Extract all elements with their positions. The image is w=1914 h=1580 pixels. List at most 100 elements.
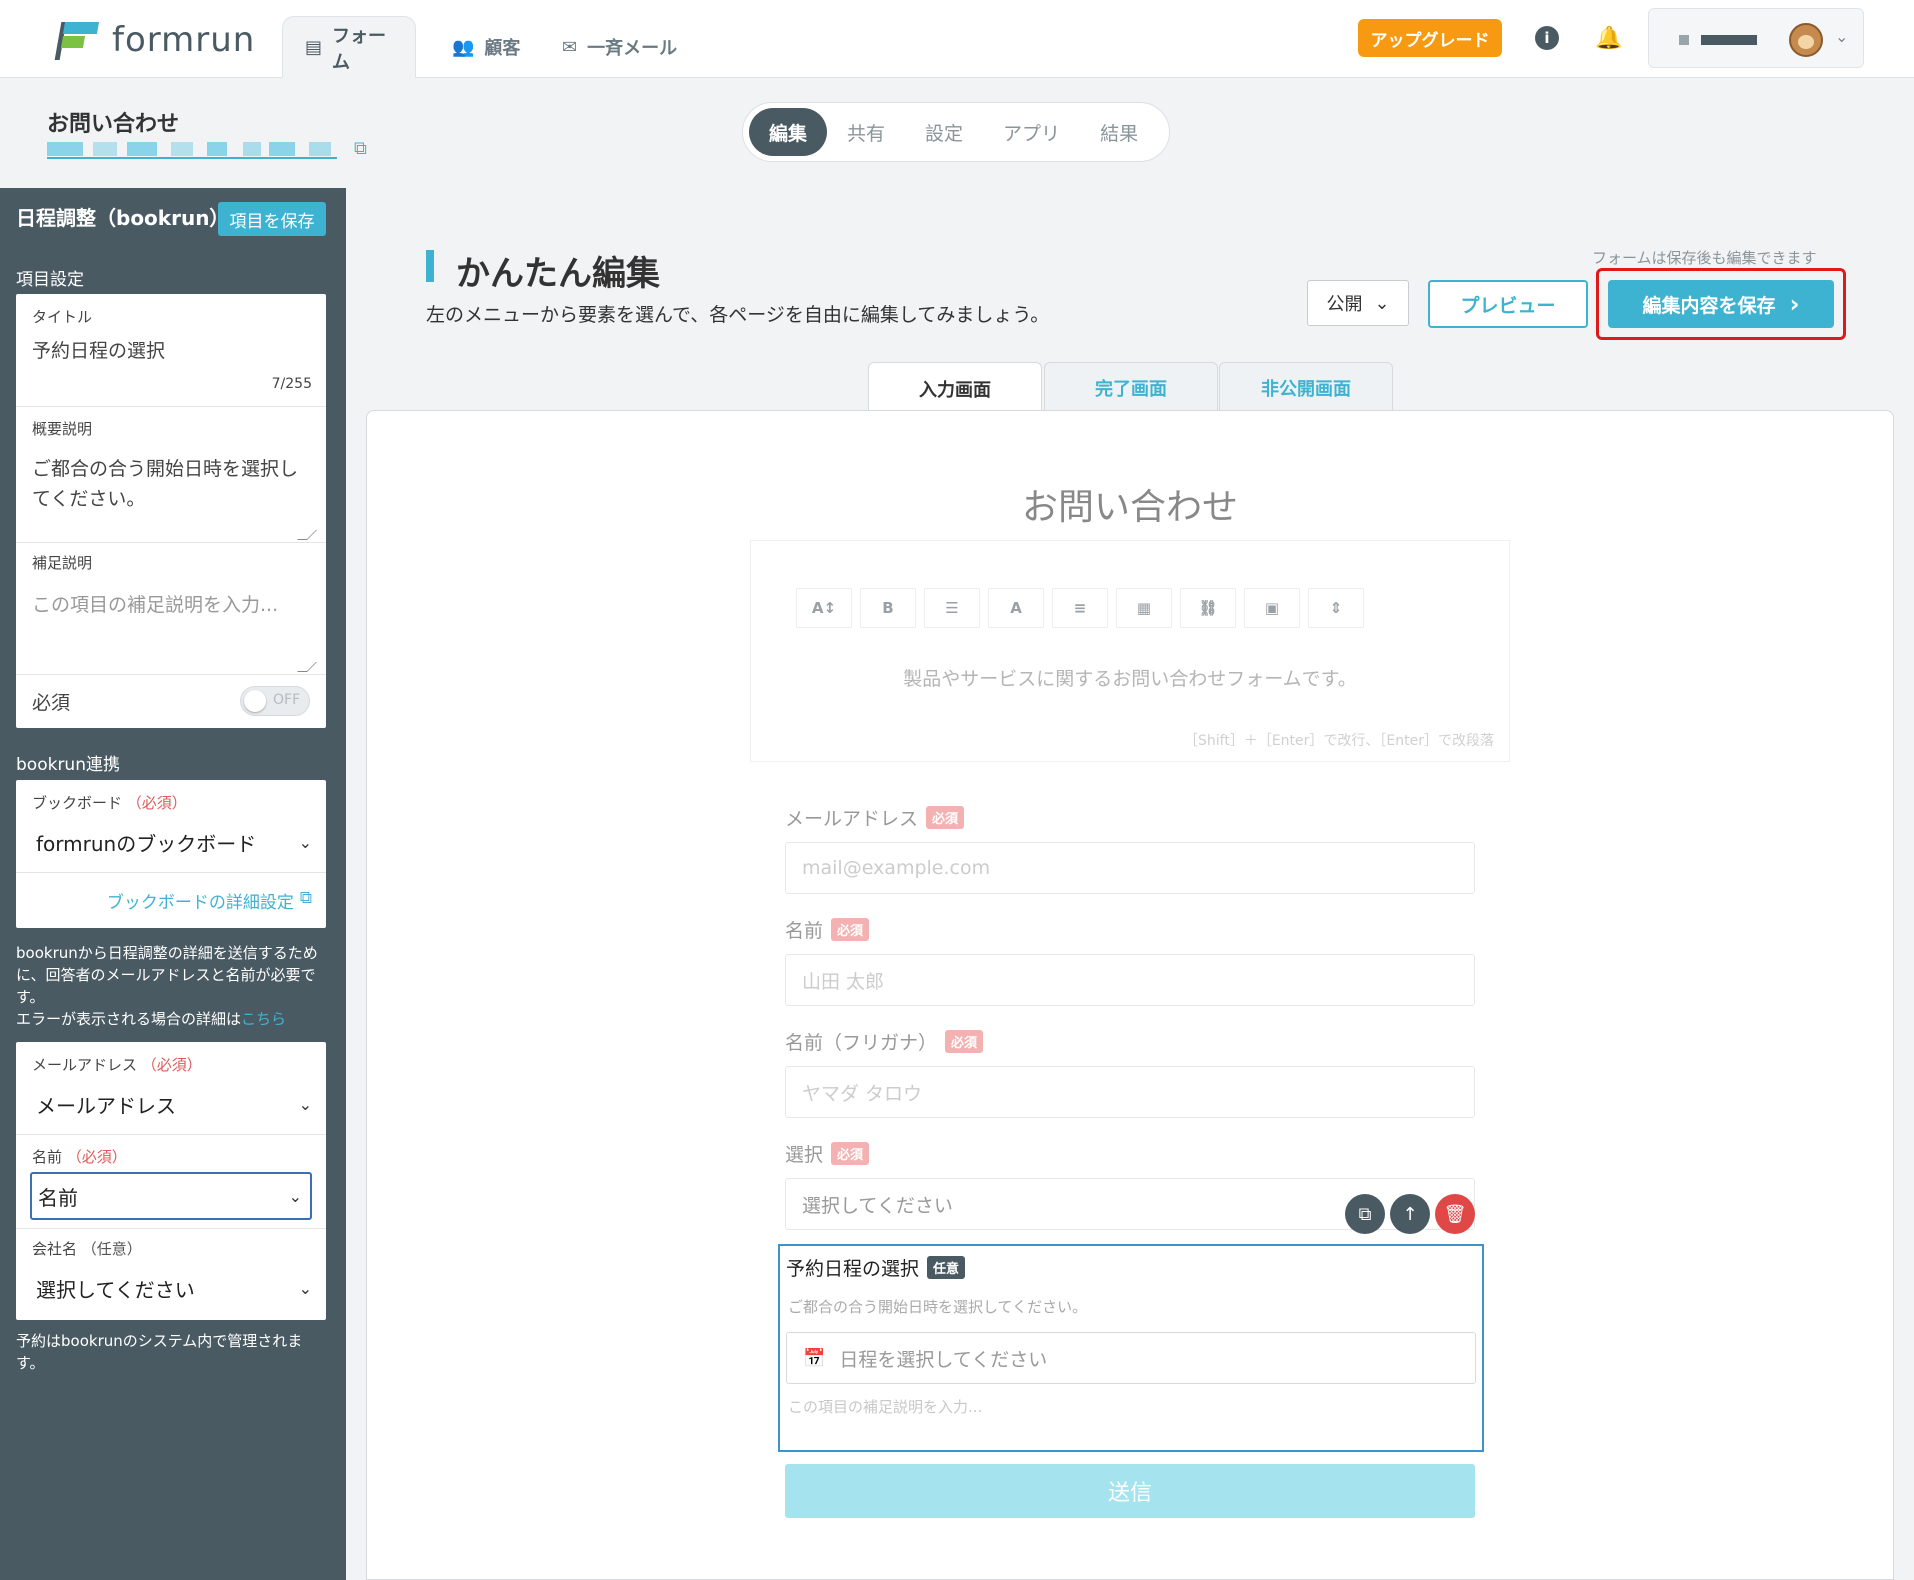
email-mapping-label-text: メールアドレス [32,1056,138,1074]
account-menu[interactable]: ⌄ [1648,8,1864,68]
form-description[interactable]: 製品やサービスに関するお問い合わせフォームです。 [750,664,1510,691]
link-icon[interactable]: ⛓ [1180,588,1236,628]
account-name-redacted [1701,35,1757,45]
list-icon[interactable]: ☰ [924,588,980,628]
logo-text: formrun [112,20,256,60]
summary-textarea[interactable]: ご都合の合う開始日時を選択してください。 [32,454,316,514]
heading-accent-bar [426,250,434,282]
required-badge: 必須 [831,918,870,941]
bell-icon[interactable]: 🔔 [1595,24,1622,52]
company-mapping-label-text: 会社名 [32,1240,78,1258]
table-icon[interactable]: ▦ [1116,588,1172,628]
name-mapping-label-text: 名前 [32,1148,63,1166]
required-badge: 必須 [926,806,965,829]
title-label: タイトル [32,308,93,326]
name-input[interactable]: 山田 太郎 [785,954,1475,1006]
account-name-redacted [1679,35,1689,45]
bookboard-label-text: ブックボード [32,794,123,812]
nav-tab-label: 一斉メール [587,38,678,59]
upgrade-button[interactable]: アップグレード [1358,19,1502,57]
date-picker-input[interactable]: 📅 日程を選択してください [786,1332,1476,1384]
chevron-down-icon: ⌄ [1374,292,1390,314]
font-size-icon[interactable]: A↕ [796,588,852,628]
form-icon: ▤ [305,37,323,58]
subtab-share[interactable]: 共有 [827,108,905,156]
bookrun-card: ブックボード （必須） formrunのブックボード ⌄ ブックボードの詳細設定… [16,780,326,928]
tab-private-screen[interactable]: 非公開画面 [1219,362,1393,412]
tab-input-screen[interactable]: 入力画面 [868,362,1042,414]
external-link-icon[interactable]: ⧉ [354,138,367,159]
subtab-results[interactable]: 結果 [1080,108,1158,156]
sidebar-title: 日程調整（bookrun） [16,206,230,230]
name-mapping-value: 名前 [38,1185,78,1210]
chevron-right-icon: › [1789,290,1800,318]
title-input[interactable]: 予約日程の選択 [32,336,312,363]
optional-marker: （任意） [81,1240,142,1258]
formrun-logo[interactable]: formrun [54,18,256,62]
description-editor[interactable] [750,540,1510,762]
selected-field-label: 予約日程の選択 任意 [786,1254,966,1281]
bookboard-settings-link-text: ブックボードの詳細設定 [106,893,294,913]
bookrun-note: bookrunから日程調整の詳細を送信するために、回答者のメールアドレスと名前が… [16,944,318,1006]
bookboard-label: ブックボード （必須） [32,792,187,813]
form-heading[interactable]: お問い合わせ [366,478,1894,530]
nav-tab-bulk-mail[interactable]: ✉ 一斉メール [540,16,699,78]
save-item-button[interactable]: 項目を保存 [218,202,326,236]
avatar [1789,23,1823,57]
bookboard-select[interactable]: formrunのブックボード ⌄ [36,824,312,860]
info-icon[interactable]: i [1535,26,1559,50]
form-url-link[interactable] [47,142,337,159]
name-mapping-label: 名前 （必須） [32,1146,127,1167]
divider-icon[interactable]: ⇕ [1308,588,1364,628]
subtab-settings[interactable]: 設定 [905,108,983,156]
error-help-link[interactable]: こちら [241,1010,286,1028]
selected-field-note: この項目の補足説明を入力... [788,1398,983,1416]
subtab-edit[interactable]: 編集 [749,108,828,156]
preview-button[interactable]: プレビュー [1428,280,1588,328]
publish-status-select[interactable]: 公開 ⌄ [1307,280,1409,326]
submit-button[interactable]: 送信 [785,1464,1475,1518]
bookboard-select-value: formrunのブックボード [36,831,257,856]
delete-icon[interactable]: 🗑 [1435,1194,1475,1234]
image-icon[interactable]: ▣ [1244,588,1300,628]
company-mapping-select[interactable]: 選択してください ⌄ [36,1268,312,1308]
nav-tab-label: 顧客 [484,38,521,59]
optional-badge: 任意 [927,1256,966,1279]
field-label-text: 名前 [785,920,824,942]
bookrun-footer-note: 予約はbookrunのシステム内で管理されます。 [16,1332,303,1372]
copy-icon[interactable]: ⧉ [1345,1194,1385,1234]
calendar-icon: 📅 [803,1347,826,1369]
required-badge: 必須 [945,1030,984,1053]
tab-complete-screen[interactable]: 完了画面 [1044,362,1218,412]
chevron-down-icon: ⌄ [298,1094,312,1114]
move-up-icon[interactable]: ↑ [1390,1194,1430,1234]
subtab-apps[interactable]: アプリ [983,108,1080,156]
save-changes-label: 編集内容を保存 [1642,294,1776,317]
field-label-select: 選択 必須 [785,1140,870,1167]
nav-tab-form[interactable]: ▤ フォーム [282,16,416,78]
resize-handle-icon[interactable] [297,662,317,672]
text-color-icon[interactable]: A [988,588,1044,628]
bookboard-settings-link[interactable]: ブックボードの詳細設定 ⧉ [107,888,312,913]
selected-field-description: ご都合の合う開始日時を選択してください。 [788,1298,1088,1316]
resize-handle-icon[interactable] [297,530,317,540]
align-icon[interactable]: ≡ [1052,588,1108,628]
chevron-down-icon: ⌄ [298,832,312,852]
nav-tab-customers[interactable]: 👥 顧客 [430,16,542,78]
bold-icon[interactable]: B [860,588,916,628]
summary-label: 概要説明 [32,420,93,438]
chevron-down-icon: ⌄ [288,1186,302,1206]
required-toggle[interactable]: OFF [240,686,310,716]
email-mapping-select[interactable]: メールアドレス ⌄ [36,1084,312,1124]
furigana-input[interactable]: ヤマダ タロウ [785,1066,1475,1118]
editor-hint: ［Shift］＋［Enter］で改行、［Enter］で改段落 [1184,733,1494,749]
name-mapping-select[interactable]: 名前 ⌄ [30,1172,312,1220]
toggle-state: OFF [273,692,301,708]
logo-mark-icon [54,20,100,60]
save-changes-button[interactable]: 編集内容を保存 › [1608,280,1834,328]
item-settings-card: タイトル 予約日程の選択 7/255 概要説明 ご都合の合う開始日時を選択してく… [16,294,326,728]
supplement-textarea[interactable]: この項目の補足説明を入力... [32,590,316,617]
required-marker: （必須） [141,1056,202,1074]
email-input[interactable]: mail@example.com [785,842,1475,894]
date-picker-placeholder: 日程を選択してください [839,1348,1048,1371]
